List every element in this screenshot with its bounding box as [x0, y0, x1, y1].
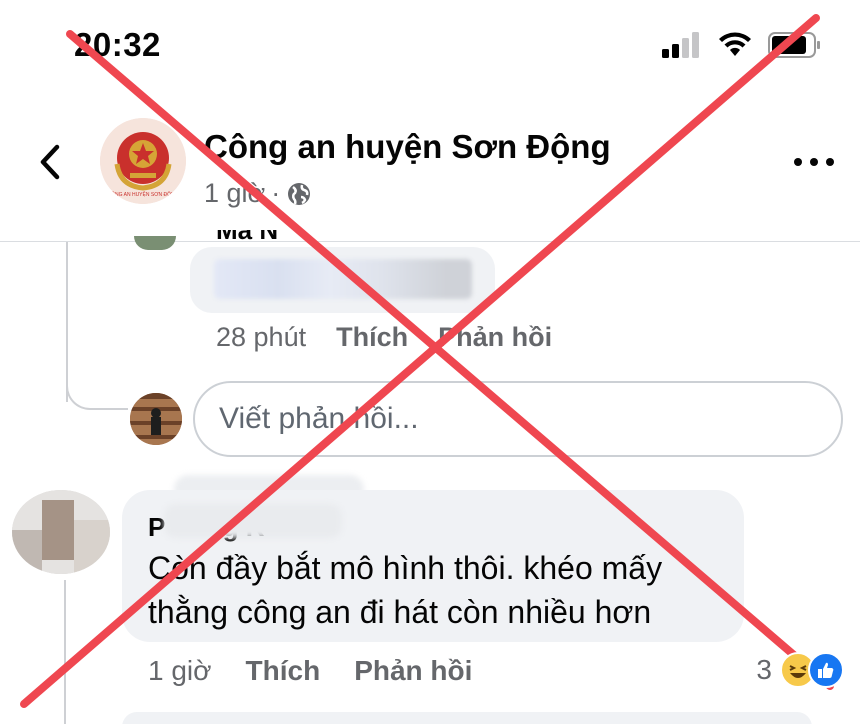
- page-name[interactable]: Công an huyện Sơn Động: [204, 128, 611, 166]
- meta-separator: ·: [271, 178, 281, 208]
- reply-avatar[interactable]: [134, 236, 176, 250]
- reply-bubble-blurred: [190, 247, 495, 313]
- more-horizontal-icon: [794, 158, 802, 166]
- reply-like-button[interactable]: Thích: [336, 322, 408, 353]
- more-dot: [810, 158, 818, 166]
- comment-author-avatar[interactable]: [12, 490, 110, 574]
- reply-input[interactable]: [193, 381, 843, 457]
- status-time: 20:32: [74, 26, 161, 63]
- reply-reply-button[interactable]: Phản hồi: [438, 322, 552, 353]
- next-comment-bubble-edge: [122, 712, 812, 724]
- reply-actions: 28 phút Thích Phản hồi: [216, 322, 552, 353]
- header-divider: [0, 241, 860, 242]
- reply-time[interactable]: 28 phút: [216, 322, 306, 353]
- post-meta: 1 giờ ·: [204, 178, 312, 209]
- svg-text:CÔNG AN HUYỆN SƠN ĐỘNG: CÔNG AN HUYỆN SƠN ĐỘNG: [108, 190, 179, 198]
- user-photo: [130, 393, 182, 445]
- post-header: CÔNG AN HUYỆN SƠN ĐỘNG Công an huyện Sơn…: [0, 100, 860, 240]
- reply-author-name[interactable]: Ma N: [216, 230, 278, 244]
- comment-time[interactable]: 1 giờ: [148, 655, 212, 687]
- police-emblem-icon: CÔNG AN HUYỆN SƠN ĐỘNG: [100, 118, 186, 204]
- status-bar: 20:32: [0, 0, 860, 95]
- comment-reply-button[interactable]: Phản hồi: [354, 655, 472, 687]
- cellular-signal-icon: [662, 32, 699, 58]
- like-icon: [808, 652, 844, 688]
- reaction-count: 3: [756, 654, 772, 685]
- reaction-summary[interactable]: 3: [756, 652, 844, 688]
- comment-like-button[interactable]: Thích: [246, 655, 321, 687]
- reply-author-text: Ma N: [216, 230, 278, 243]
- battery-icon: [768, 32, 820, 58]
- page-avatar[interactable]: CÔNG AN HUYỆN SƠN ĐỘNG: [100, 118, 186, 204]
- more-dot: [826, 158, 834, 166]
- comment-actions: 1 giờ Thích Phản hồi: [148, 655, 472, 687]
- thread-line-comment: [64, 580, 66, 724]
- thread-line-curve: [66, 370, 128, 410]
- current-user-avatar: [130, 393, 182, 445]
- more-options-button[interactable]: [794, 152, 834, 172]
- comment-text: Còn đầy bắt mô hình thôi. khéo mấy thằng…: [148, 550, 663, 630]
- author-name-blur: [164, 504, 342, 538]
- post-time[interactable]: 1 giờ: [204, 178, 265, 209]
- blurred-avatar-photo: [12, 490, 110, 574]
- wifi-icon: [719, 32, 751, 56]
- chevron-left-icon: [40, 144, 60, 180]
- back-button[interactable]: [30, 142, 70, 182]
- comment-bubble[interactable]: P g R Còn đầy bắt mô hình thôi. khéo mấy…: [122, 490, 744, 642]
- globe-icon: [288, 182, 311, 205]
- status-icons: [662, 32, 822, 58]
- blurred-reply-text: [214, 259, 472, 299]
